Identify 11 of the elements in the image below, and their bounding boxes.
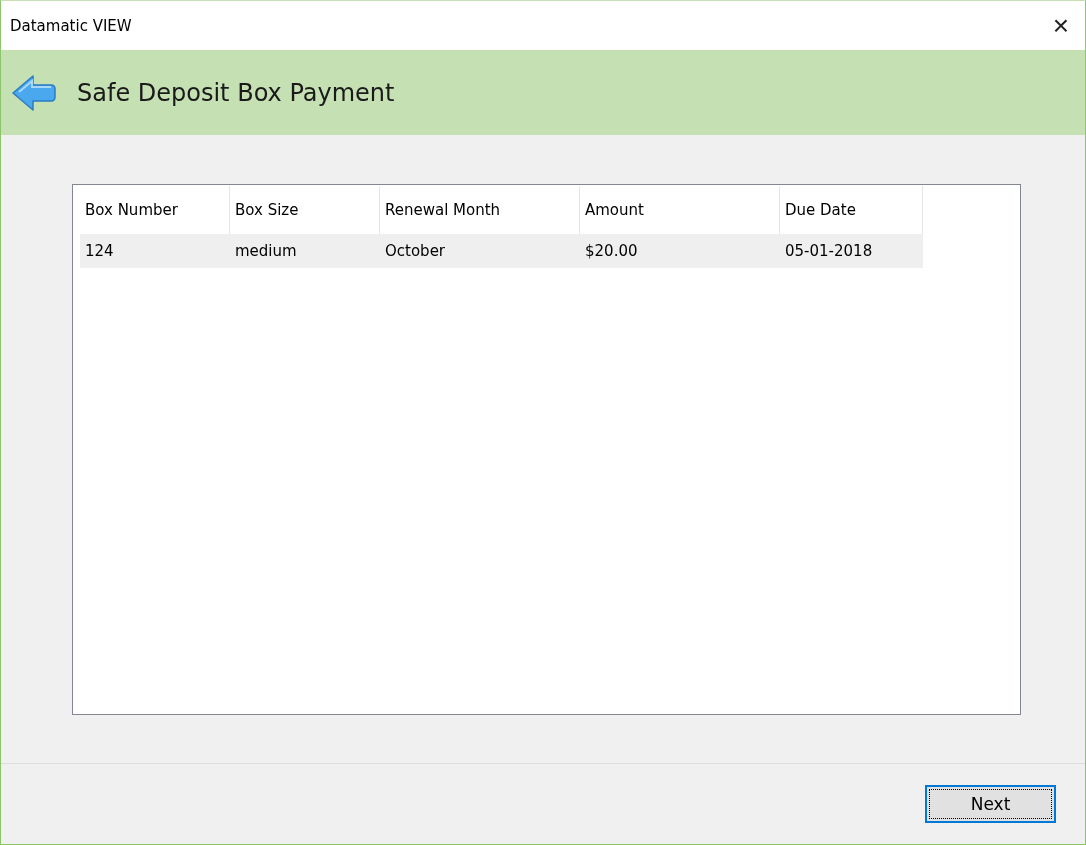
- close-button[interactable]: ×: [1046, 11, 1075, 40]
- next-button[interactable]: Next: [925, 785, 1056, 823]
- table-cell-text: $20.00: [584, 241, 639, 262]
- table-cell-text: October: [384, 241, 447, 262]
- back-arrow-icon[interactable]: [11, 72, 57, 113]
- table-cell-text: medium: [234, 241, 298, 262]
- table-cell-text: 124: [84, 241, 115, 262]
- window-title: Datamatic VIEW: [10, 16, 132, 35]
- table-cell-text: 05-01-2018: [784, 241, 874, 262]
- table-row[interactable]: 124 medium October $20.00 05-01-2018: [80, 234, 923, 268]
- page-title: Safe Deposit Box Payment: [77, 78, 395, 107]
